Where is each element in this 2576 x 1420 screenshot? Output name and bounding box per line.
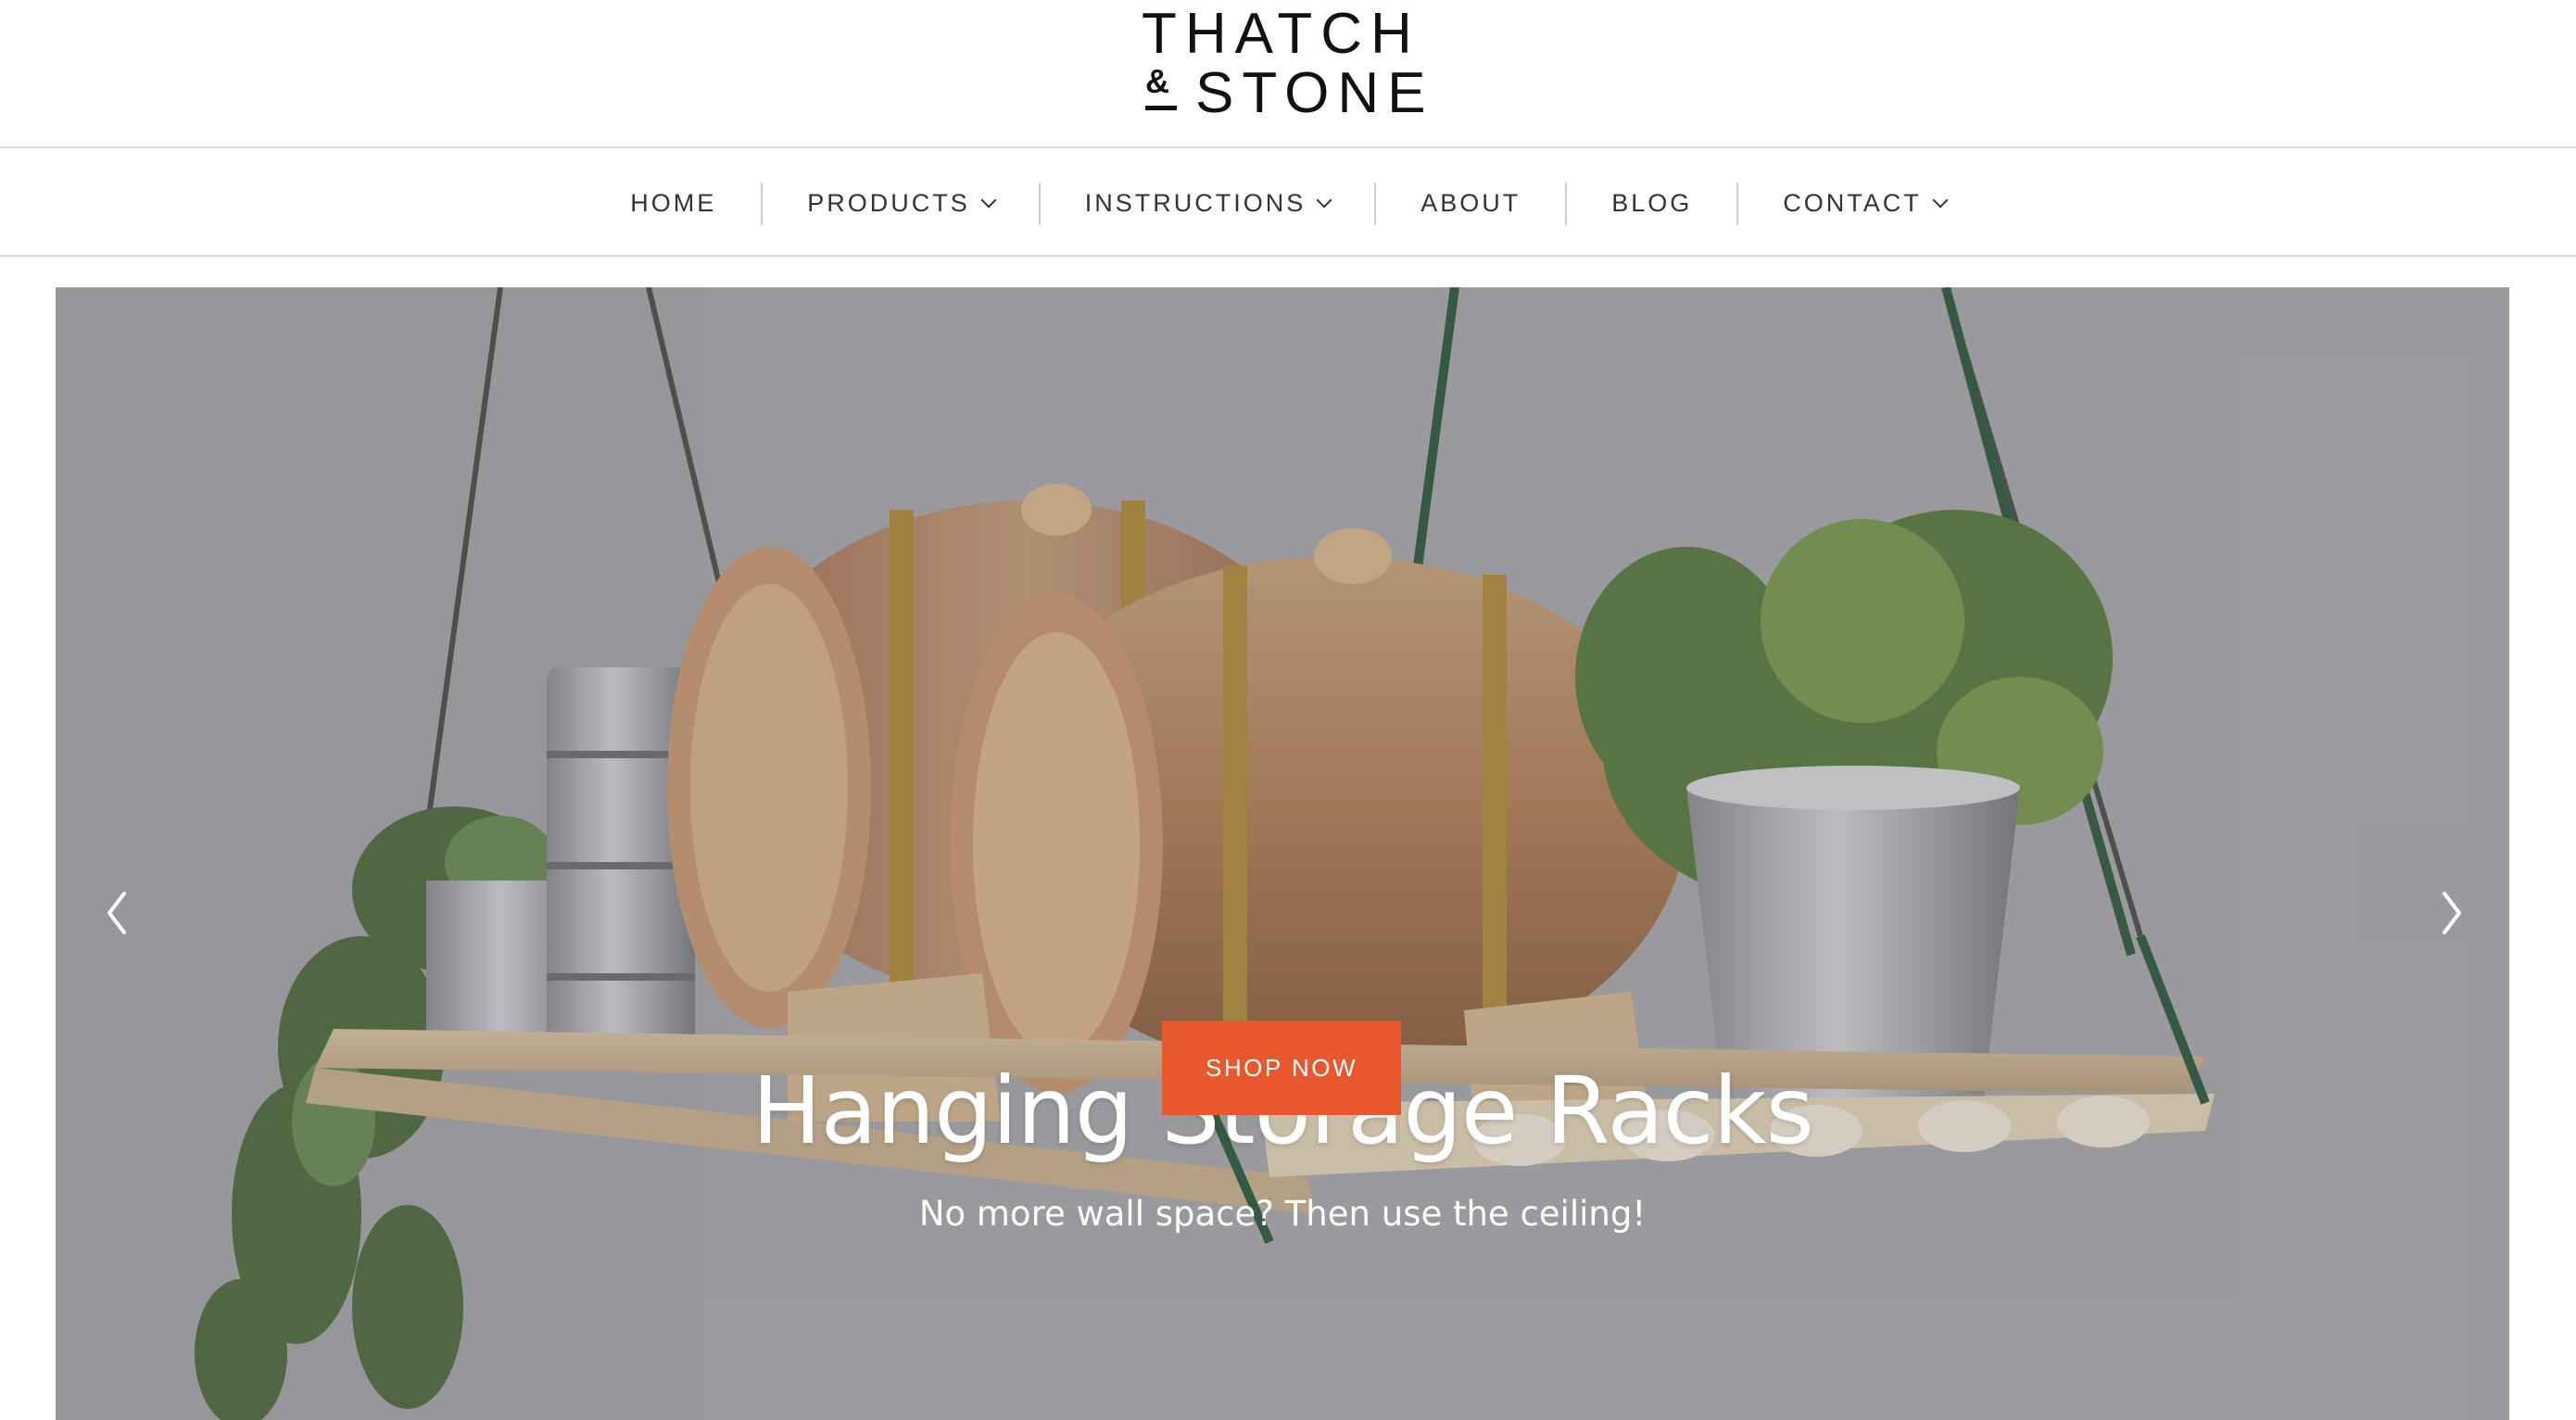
nav-item-label: HOME [630, 189, 717, 217]
site-header: THATCH & STONE [0, 0, 2576, 148]
shop-now-button[interactable]: SHOP NOW [1162, 1021, 1401, 1115]
hero-slideshow: Hanging Storage Racks No more wall space… [56, 287, 2509, 1420]
main-navigation: HOME PRODUCTS INSTRUCTIONS ABOUT BLOG CO… [0, 150, 2576, 257]
chevron-left-icon [107, 892, 126, 934]
nav-list: HOME PRODUCTS INSTRUCTIONS ABOUT BLOG CO… [0, 150, 2576, 257]
hero-subtitle: No more wall space? Then use the ceiling… [918, 1194, 1647, 1234]
logo-underline [1145, 106, 1177, 110]
chevron-right-icon [2443, 892, 2461, 934]
hero-dim-overlay [56, 287, 2509, 1420]
chevron-down-icon [1316, 192, 1332, 208]
nav-item-label: PRODUCTS [807, 189, 970, 217]
nav-item-contact[interactable]: CONTACT [1738, 183, 1990, 225]
nav-item-label: ABOUT [1421, 189, 1522, 217]
slide-next-button[interactable] [2420, 871, 2485, 955]
nav-item-label: BLOG [1611, 189, 1693, 217]
nav-item-label: CONTACT [1783, 189, 1922, 217]
chevron-down-icon [1932, 192, 1949, 208]
slide-prev-button[interactable] [83, 871, 148, 955]
nav-item-blog[interactable]: BLOG [1567, 183, 1736, 225]
logo-ampersand: & [1145, 62, 1169, 100]
logo-line-1: THATCH [1142, 2, 1421, 66]
nav-item-instructions[interactable]: INSTRUCTIONS [1041, 183, 1375, 225]
chevron-down-icon [980, 192, 997, 208]
logo-line-2: STONE [1195, 61, 1434, 125]
nav-item-products[interactable]: PRODUCTS [763, 183, 1039, 225]
nav-item-label: INSTRUCTIONS [1084, 189, 1307, 217]
nav-item-about[interactable]: ABOUT [1376, 183, 1565, 225]
brand-logo[interactable]: THATCH & STONE [1142, 2, 1429, 122]
nav-item-home[interactable]: HOME [586, 183, 761, 225]
